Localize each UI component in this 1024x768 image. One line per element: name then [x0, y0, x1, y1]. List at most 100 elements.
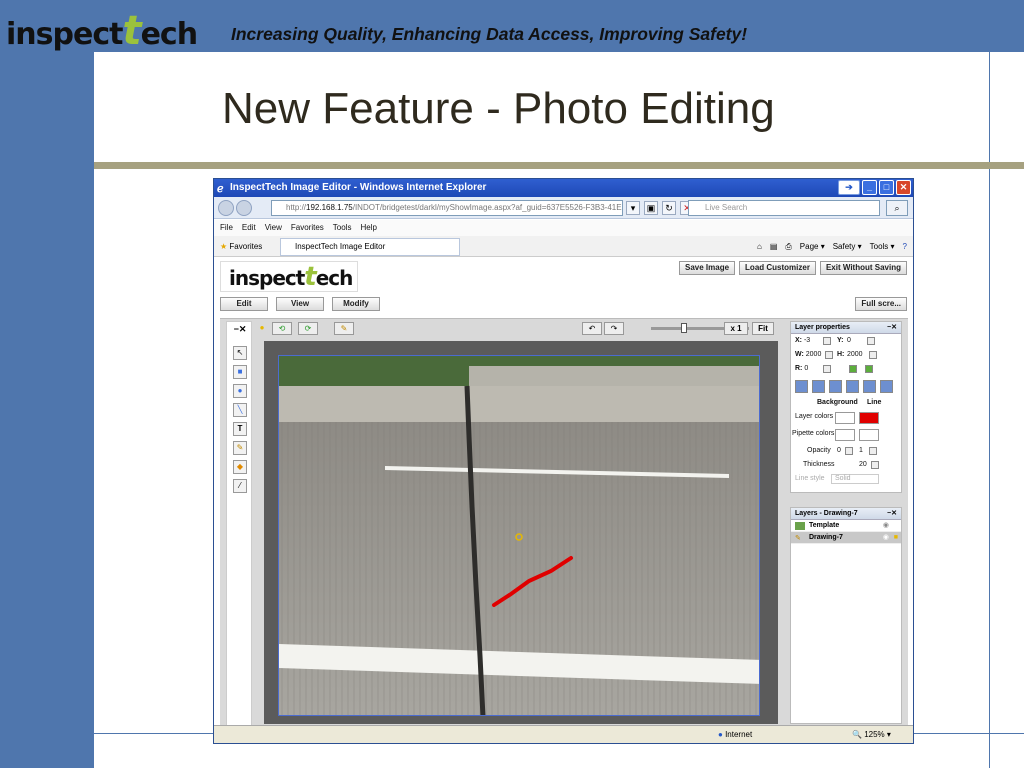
compat-icon[interactable]: ▣ — [644, 201, 658, 215]
exit-without-saving-button[interactable]: Exit Without Saving — [819, 261, 907, 275]
close-button[interactable]: ✕ — [896, 180, 911, 195]
ellipse-tool-icon[interactable]: ● — [233, 384, 247, 398]
page-menu[interactable]: Page ▾ — [800, 236, 825, 257]
editor-tabs: Edit View Modify — [220, 297, 380, 311]
title-rule — [94, 162, 1024, 169]
window-controls: ➔ _ □ ✕ — [838, 180, 911, 195]
inspecttech-logo: inspecttech — [6, 8, 198, 54]
tools-menu[interactable]: Tools ▾ — [870, 236, 895, 257]
far-barrier — [469, 366, 759, 388]
brush-tool-icon[interactable]: ✎ — [233, 441, 247, 455]
menu-view[interactable]: View — [265, 220, 282, 236]
layer-properties-title: Layer properties −✕ — [791, 322, 901, 334]
safety-menu[interactable]: Safety ▾ — [833, 236, 862, 257]
lock-icon[interactable]: ■ — [894, 532, 898, 544]
maximize-button[interactable]: □ — [879, 180, 894, 195]
line-tool-icon[interactable]: ╲ — [233, 403, 247, 417]
menu-bar: File Edit View Favorites Tools Help — [214, 220, 913, 236]
bridge-deck-photo[interactable] — [278, 355, 760, 716]
line-color-swatch[interactable] — [859, 412, 879, 424]
home-icon[interactable]: ⌂ — [757, 236, 762, 257]
w-stepper[interactable] — [825, 351, 833, 359]
tab-modify[interactable]: Modify — [332, 297, 380, 311]
align-right-icon[interactable] — [829, 380, 842, 393]
load-customizer-button[interactable]: Load Customizer — [739, 261, 816, 275]
opacity-line-stepper[interactable] — [869, 447, 877, 455]
opacity-bg-stepper[interactable] — [845, 447, 853, 455]
search-icon[interactable]: ⌕ — [886, 200, 908, 216]
layer-drawing-7[interactable]: ✎ Drawing-7 ◉ ■ — [791, 532, 901, 544]
edit-pen-icon[interactable]: ✎ — [334, 322, 354, 335]
search-input[interactable]: Live Search — [688, 200, 880, 216]
xy-row: X: -3 Y: 0 — [791, 334, 901, 348]
align-top-icon[interactable] — [846, 380, 859, 393]
line-style-select[interactable]: Solid — [831, 474, 879, 484]
pointer-tool-icon[interactable]: ↖ — [233, 346, 247, 360]
full-screen-button[interactable]: Full scre... — [855, 297, 907, 311]
dropdown-icon[interactable]: ▾ — [626, 201, 640, 215]
photo-svg — [279, 356, 759, 715]
tab-view[interactable]: View — [276, 297, 324, 311]
help-icon[interactable]: ? — [903, 236, 907, 257]
visibility-eye-icon-2[interactable]: ◉ — [883, 532, 889, 544]
tab-edit[interactable]: Edit — [220, 297, 268, 311]
refresh-icon[interactable]: ↻ — [662, 201, 676, 215]
rotate-cw-icon[interactable] — [865, 365, 873, 373]
menu-edit[interactable]: Edit — [242, 220, 256, 236]
right-band — [989, 52, 1024, 768]
text-tool-icon[interactable]: T — [233, 422, 247, 436]
thickness-stepper[interactable] — [871, 461, 879, 469]
rotate-ccw-icon[interactable] — [849, 365, 857, 373]
rotate-right-icon[interactable]: ↷ — [604, 322, 624, 335]
left-band — [0, 0, 94, 768]
rotate-left-icon[interactable]: ↶ — [582, 322, 602, 335]
menu-favorites[interactable]: Favorites — [291, 220, 324, 236]
minimize-button[interactable]: _ — [862, 180, 877, 195]
r-stepper[interactable] — [823, 365, 831, 373]
fit-button[interactable]: Fit — [752, 322, 774, 335]
bulb-icon: ● — [259, 323, 265, 332]
align-middle-icon[interactable] — [863, 380, 876, 393]
rectangle-tool-icon[interactable]: ■ — [233, 365, 247, 379]
browser-tab[interactable]: InspectTech Image Editor — [280, 238, 460, 256]
eyedropper-tool-icon[interactable]: ⁄ — [233, 479, 247, 493]
zoom-x1-button[interactable]: x 1 — [724, 322, 748, 335]
visibility-eye-icon[interactable]: ◉ — [883, 520, 889, 532]
back-button[interactable] — [218, 200, 234, 216]
browser-window: ℯ InspectTech Image Editor - Windows Int… — [213, 178, 914, 744]
ie-command-bar: ⌂ ▤ ⎙ Page ▾ Safety ▾ Tools ▾ ? — [757, 236, 907, 257]
align-left-icon[interactable] — [795, 380, 808, 393]
slide-title: New Feature - Photo Editing — [222, 84, 775, 133]
undo-icon[interactable]: ⟲ — [272, 322, 292, 335]
redo-icon[interactable]: ⟳ — [298, 322, 318, 335]
pipette-line-swatch[interactable] — [859, 429, 879, 441]
favorites-button[interactable]: ★ Favorites — [220, 236, 262, 257]
menu-help[interactable]: Help — [360, 220, 376, 236]
y-stepper[interactable] — [867, 337, 875, 345]
print-icon[interactable]: ⎙ — [785, 236, 791, 257]
x-stepper[interactable] — [823, 337, 831, 345]
menu-tools[interactable]: Tools — [333, 220, 352, 236]
zoom-slider-knob[interactable] — [681, 323, 687, 333]
address-bar: http://192.168.1.75/INDOT/bridgetest/dar… — [214, 197, 913, 219]
align-bottom-icon[interactable] — [880, 380, 893, 393]
switch-arrow-icon[interactable]: ➔ — [838, 180, 860, 195]
layer-template[interactable]: Template ◉ — [791, 520, 901, 532]
globe-icon: ● — [718, 730, 723, 739]
h-stepper[interactable] — [869, 351, 877, 359]
image-layer-icon — [795, 522, 805, 530]
url-input[interactable]: http://192.168.1.75/INDOT/bridgetest/dar… — [271, 200, 623, 216]
fill-tool-icon[interactable]: ◆ — [233, 460, 247, 474]
feeds-icon[interactable]: ▤ — [770, 236, 778, 257]
ie-icon: ℯ — [217, 183, 224, 195]
work-area: −✕ ↖ ■ ● ╲ T ✎ ◆ ⁄ ● ⟲ ⟳ ✎ ↶ ↷ x 1 Fit L… — [220, 318, 908, 726]
pipette-background-swatch[interactable] — [835, 429, 855, 441]
forward-button[interactable] — [236, 200, 252, 216]
align-center-icon[interactable] — [812, 380, 825, 393]
tagline: Increasing Quality, Enhancing Data Acces… — [231, 24, 748, 44]
zoom-level[interactable]: 🔍 125% ▾ — [852, 726, 891, 744]
save-image-button[interactable]: Save Image — [679, 261, 736, 275]
background-color-swatch[interactable] — [835, 412, 855, 424]
menu-file[interactable]: File — [220, 220, 233, 236]
drawing-layer-icon: ✎ — [795, 535, 801, 542]
